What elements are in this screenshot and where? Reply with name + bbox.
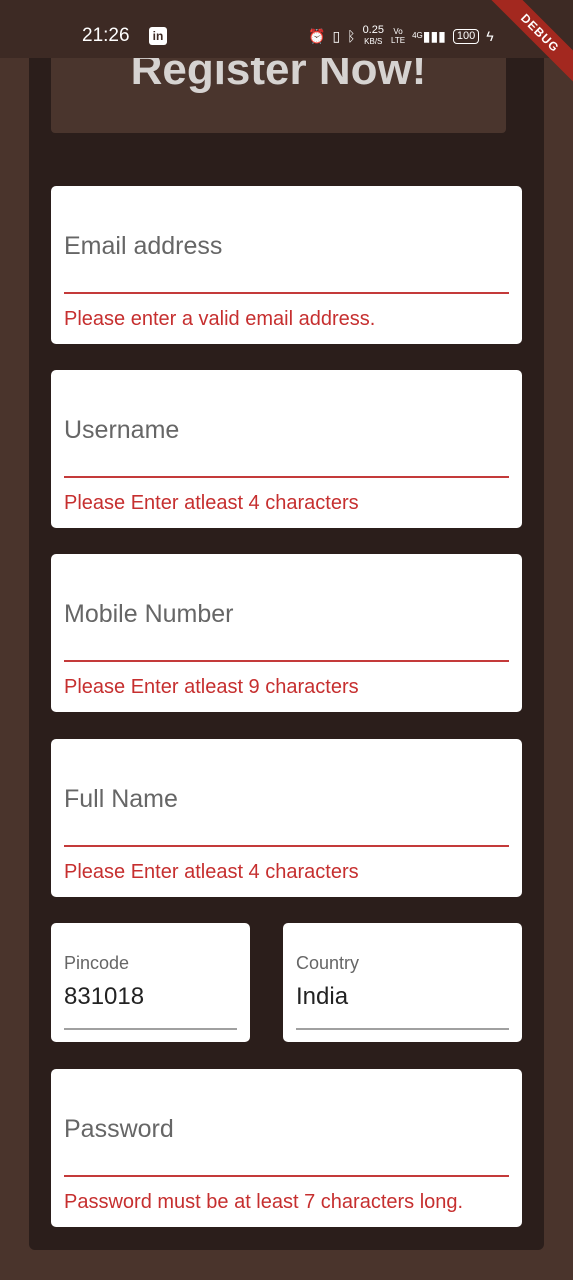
alarm-icon: ⏰ (308, 28, 326, 44)
network-speed-unit: KB/S (364, 37, 383, 46)
pincode-field[interactable]: Pincode 831018 (51, 923, 250, 1042)
network-speed-value: 0.25 (362, 24, 384, 36)
password-error: Password must be at least 7 characters l… (64, 1191, 464, 1213)
status-bar: 21:26 in ⏰ ▯ ᛒ 0.25 KB/S Vo LTE 4G▮▮▮ 10… (0, 0, 573, 58)
pincode-label: Pincode (64, 953, 130, 973)
network-speed: 0.25 KB/S (363, 25, 384, 47)
volte-icon: Vo LTE (391, 27, 405, 45)
status-icons: ⏰ ▯ ᛒ 0.25 KB/S Vo LTE 4G▮▮▮ 100 ϟ (308, 22, 494, 50)
email-error: Please enter a valid email address. (64, 308, 376, 330)
mobile-number-error: Please Enter atleast 9 characters (64, 676, 359, 698)
status-time: 21:26 (82, 25, 130, 46)
password-field[interactable]: Password Password must be at least 7 cha… (51, 1069, 522, 1227)
username-label: Username (64, 416, 180, 444)
pincode-underline (64, 1028, 237, 1030)
country-underline (296, 1028, 509, 1030)
battery-icon: 100 (452, 28, 480, 44)
password-underline (64, 1175, 509, 1177)
username-field[interactable]: Username Please Enter atleast 4 characte… (51, 370, 522, 528)
battery-level: 100 (456, 29, 476, 42)
country-label: Country (296, 953, 360, 973)
full-name-label: Full Name (64, 785, 178, 813)
country-field[interactable]: Country India (283, 923, 522, 1042)
bluetooth-icon: ᛒ (347, 28, 356, 44)
full-name-underline (64, 845, 509, 847)
volte-line2: LTE (390, 36, 406, 45)
email-underline (64, 292, 509, 294)
full-name-error: Please Enter atleast 4 characters (64, 861, 359, 883)
linkedin-icon: in (149, 27, 167, 45)
mobile-number-underline (64, 660, 509, 662)
mobile-number-label: Mobile Number (64, 600, 234, 628)
vibrate-icon: ▯ (332, 28, 341, 44)
email-field[interactable]: Email address Please enter a valid email… (51, 186, 522, 344)
password-label: Password (64, 1115, 174, 1143)
volte-line1: Vo (393, 27, 403, 36)
mobile-number-field[interactable]: Mobile Number Please Enter atleast 9 cha… (51, 554, 522, 712)
pincode-value: 831018 (64, 983, 145, 1010)
signal-icon: 4G▮▮▮ (412, 28, 446, 44)
country-value: India (296, 983, 349, 1010)
charging-icon: ϟ (486, 28, 494, 44)
email-label: Email address (64, 232, 223, 260)
full-name-field[interactable]: Full Name Please Enter atleast 4 charact… (51, 739, 522, 897)
username-underline (64, 476, 509, 478)
username-error: Please Enter atleast 4 characters (64, 492, 359, 514)
signal-label: 4G (412, 31, 423, 40)
